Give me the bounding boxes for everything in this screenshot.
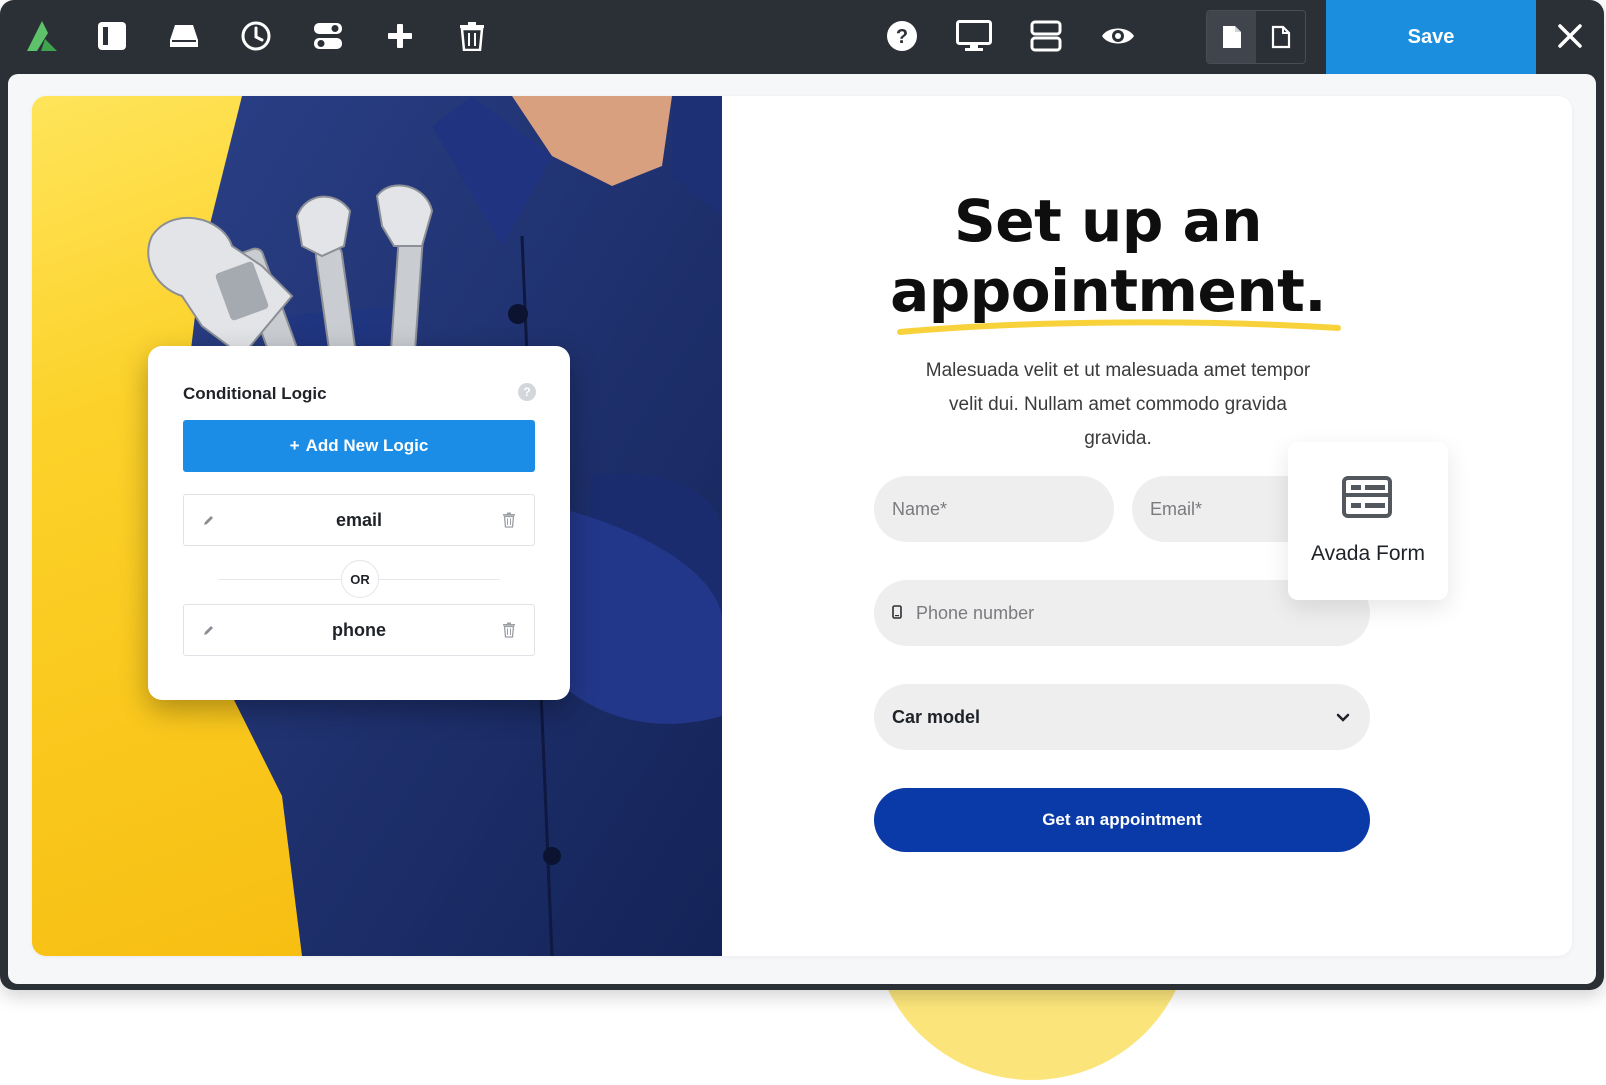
chevron-down-icon — [1336, 707, 1350, 728]
headline-line-1: Set up an — [954, 187, 1262, 255]
car-model-select[interactable]: Car model — [874, 684, 1370, 750]
phone-icon — [892, 603, 902, 624]
svg-text:?: ? — [896, 26, 908, 48]
mechanic-photo: Conditional Logic ? + Add New Logic emai… — [32, 96, 722, 956]
page-outline-icon[interactable] — [1256, 11, 1305, 63]
add-icon[interactable] — [378, 14, 422, 58]
history-icon[interactable] — [234, 14, 278, 58]
delete-trash-icon[interactable] — [500, 620, 518, 640]
logic-rule-row: email — [183, 494, 535, 546]
email-placeholder: Email* — [1150, 498, 1203, 519]
content-card: Conditional Logic ? + Add New Logic emai… — [32, 96, 1572, 956]
page-icon[interactable] — [1207, 11, 1256, 63]
save-button[interactable]: Save — [1326, 0, 1536, 74]
car-model-label: Car model — [892, 706, 981, 727]
logic-rule-label[interactable]: phone — [184, 620, 534, 641]
help-icon[interactable]: ? — [880, 14, 924, 58]
sidebar-panel-icon[interactable] — [90, 14, 134, 58]
layout-icon[interactable] — [1024, 14, 1068, 58]
name-field[interactable]: Name* — [874, 476, 1114, 542]
builder-window: ? Save Conditional Logic ? + Add New Log… — [0, 0, 1604, 990]
logic-rule-row: phone — [183, 604, 535, 656]
page-toggle-group — [1206, 10, 1306, 64]
preview-eye-icon[interactable] — [1096, 14, 1140, 58]
name-placeholder: Name* — [892, 498, 948, 519]
form-description: Malesuada velit et ut malesuada amet tem… — [925, 360, 1311, 449]
avada-form-element-card[interactable]: Avada Form — [1288, 442, 1448, 600]
delete-trash-icon[interactable] — [500, 510, 518, 530]
library-icon[interactable] — [162, 14, 206, 58]
add-new-logic-label: Add New Logic — [305, 436, 429, 455]
logic-help-icon[interactable]: ? — [518, 383, 536, 401]
get-appointment-button[interactable]: Get an appointment — [874, 788, 1370, 852]
conditional-logic-panel: Conditional Logic ? + Add New Logic emai… — [148, 346, 570, 700]
logic-panel-title: Conditional Logic — [183, 384, 327, 403]
form-icon — [1342, 476, 1392, 523]
phone-placeholder: Phone number — [916, 602, 1035, 623]
add-new-logic-button[interactable]: + Add New Logic — [183, 420, 535, 472]
builder-canvas: Conditional Logic ? + Add New Logic emai… — [8, 74, 1596, 984]
toggle-icon[interactable] — [306, 14, 350, 58]
avada-logo-icon[interactable] — [20, 14, 64, 58]
element-card-label: Avada Form — [1311, 542, 1425, 565]
form-headline: Set up an appointment. — [868, 186, 1348, 326]
desktop-preview-icon[interactable] — [952, 14, 996, 58]
trash-icon[interactable] — [450, 14, 494, 58]
headline-underline — [897, 319, 1341, 335]
plus-icon: + — [289, 436, 300, 455]
toolbar: ? Save — [0, 0, 1604, 74]
close-icon[interactable] — [1548, 14, 1592, 58]
headline-line-2: appointment. — [890, 257, 1326, 325]
or-operator-badge: OR — [341, 560, 379, 598]
logic-rule-label[interactable]: email — [184, 510, 534, 531]
